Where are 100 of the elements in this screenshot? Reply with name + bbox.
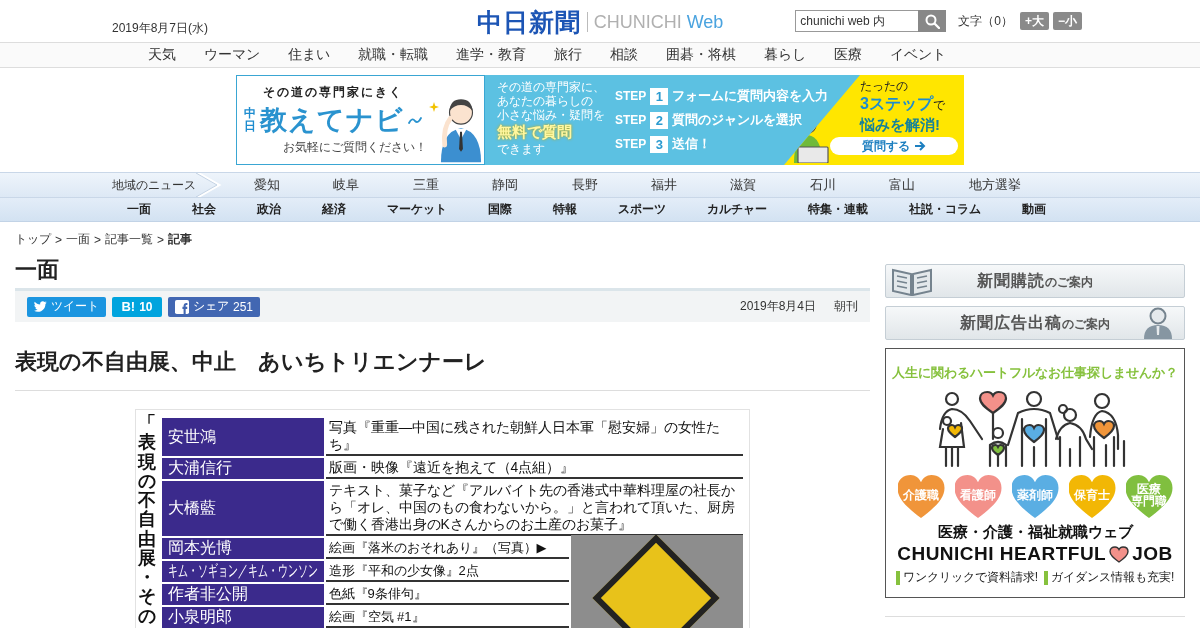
f-square-icon: [175, 299, 189, 314]
ad-feature-text: ワンクリックで資料請求!: [902, 569, 1038, 586]
category-link[interactable]: カルチャー: [707, 201, 767, 218]
heart-icon: [1109, 545, 1130, 563]
artist-cell: キム・ソギョン／キム・ウンソン: [161, 561, 324, 582]
menu-link[interactable]: 医療: [834, 46, 862, 64]
sidebar-link-button[interactable]: 新聞広告出稿のご案内: [885, 306, 1185, 340]
bird-icon: [34, 301, 47, 312]
category-link[interactable]: 特集・連載: [808, 201, 868, 218]
step-text: フォームに質問内容を入力: [672, 87, 829, 105]
region-link[interactable]: 富山: [889, 176, 969, 194]
region-nav-label: 地域のニュース: [112, 176, 195, 194]
category-link[interactable]: 国際: [488, 201, 512, 218]
bar-marker-icon: [1044, 570, 1048, 585]
promo-tagline: その道の専門家にきく: [263, 84, 403, 101]
date-text: 2019年8月7日(水): [112, 20, 209, 37]
category-link[interactable]: 政治: [257, 201, 281, 218]
menu-link[interactable]: ウーマン: [204, 46, 260, 64]
breadcrumb-link[interactable]: 記事一覧: [105, 231, 154, 248]
category-link[interactable]: マーケット: [387, 201, 447, 218]
menu-link[interactable]: 進学・教育: [456, 46, 526, 64]
region-link[interactable]: 地方選挙: [968, 176, 1048, 194]
search-icon: [924, 13, 940, 29]
search-field[interactable]: chunichi web 内: [795, 10, 919, 32]
category-link[interactable]: 一面: [127, 201, 151, 218]
step-number: 1: [650, 87, 669, 105]
artist-cell: 大橋藍: [161, 481, 324, 536]
step-number: 3: [650, 135, 669, 153]
work-cell: 造形『平和の少女像』2点: [325, 561, 569, 582]
region-link[interactable]: 石川: [809, 176, 890, 194]
artist-cell: 大浦信行: [161, 458, 324, 479]
promo-intro-text: できます: [497, 142, 546, 156]
figure-title: 「表現の不自由展・その: [138, 414, 156, 628]
work-cell: 色紙『9条俳句』: [325, 584, 569, 605]
step-label: STEP: [615, 89, 647, 103]
sparkle-icon: [429, 102, 439, 112]
menu-link[interactable]: 就職・転職: [358, 46, 428, 64]
publish-date: 2019年8月4日: [739, 298, 816, 315]
step-label: STEP: [615, 137, 647, 151]
work-cell: 写真『重重―中国に残された朝鮮人日本軍「慰安婦」の女性たち』: [325, 418, 743, 456]
category-link[interactable]: スポーツ: [618, 201, 666, 218]
category-link[interactable]: 社会: [192, 201, 216, 218]
logo-wordmark[interactable]: 中日新聞: [476, 5, 581, 39]
menu-link[interactable]: 暮らし: [764, 46, 806, 64]
person-icon: [1143, 307, 1173, 339]
promo-pitch-text: たったの: [859, 79, 909, 94]
category-link[interactable]: 動画: [1022, 201, 1046, 218]
promo-brand-name: 教えてナビ: [260, 104, 404, 137]
ad-subtitle: 医療・介護・福祉就職ウェブ: [937, 523, 1133, 542]
artist-cell: 安世鴻: [161, 418, 324, 456]
ask-question-button[interactable]: 質問する: [830, 137, 958, 155]
sidebar-link-button[interactable]: 新聞購読のご案内: [885, 264, 1185, 298]
menu-link[interactable]: 天気: [148, 46, 176, 64]
artist-cell: 小泉明郎: [161, 607, 324, 628]
menu-link[interactable]: 旅行: [554, 46, 582, 64]
promo-intro-text: その道の専門家に、: [497, 80, 606, 94]
menu-link[interactable]: 相談: [610, 46, 638, 64]
section-title: 一面: [15, 256, 60, 284]
breadcrumb-link[interactable]: トップ: [15, 231, 51, 248]
share-button[interactable]: シェア 251: [168, 296, 261, 317]
menu-link[interactable]: イベント: [890, 46, 946, 64]
swoosh-icon: [408, 115, 422, 125]
artist-cell: 岡本光博: [161, 538, 324, 559]
region-link[interactable]: 愛知: [254, 176, 334, 194]
breadcrumb-separator: >: [55, 232, 62, 247]
category-link[interactable]: 経済: [322, 201, 346, 218]
text-size-label: 文字（0）: [958, 12, 1013, 30]
ad-brand-text: JOB: [1132, 543, 1173, 565]
article-headline: 表現の不自由展、中止 あいちトリエンナーレ: [15, 346, 870, 391]
artist-cell: 作者非公開: [161, 584, 324, 605]
edition-label: 朝刊: [834, 298, 858, 315]
book-icon: [890, 266, 934, 296]
region-link[interactable]: 静岡: [492, 176, 572, 194]
category-link[interactable]: 社説・コラム: [909, 201, 981, 218]
ad-tagline: 人生に関わるハートフルなお仕事探しませんか？: [892, 365, 1178, 382]
step-text: 質問のジャンルを選択: [672, 111, 803, 129]
breadcrumb-link[interactable]: 一面: [66, 231, 90, 248]
step-text: 送信！: [672, 135, 712, 153]
promo-highlight-text: 無料で質問: [497, 122, 573, 142]
region-link[interactable]: 滋賀: [730, 176, 810, 194]
menu-link[interactable]: 囲碁・将棋: [666, 46, 736, 64]
ad-feature-text: ガイダンス情報も充実!: [1051, 569, 1175, 586]
step-number: 2: [650, 111, 669, 129]
region-link[interactable]: 岐阜: [333, 176, 413, 194]
work-cell: 版画・映像『遠近を抱えて（4点組）』: [325, 458, 743, 479]
menu-link[interactable]: 住まい: [288, 46, 330, 64]
arrow-right-icon: [914, 141, 926, 151]
region-link[interactable]: 長野: [571, 176, 651, 194]
logo-web-text: Web: [686, 11, 724, 33]
promo-brand-mark: 中日: [244, 106, 256, 134]
region-link[interactable]: 三重: [412, 176, 493, 194]
search-button[interactable]: [918, 10, 947, 32]
promo-pitch-text: 悩みを解消!: [858, 115, 941, 134]
region-link[interactable]: 福井: [650, 176, 731, 194]
category-link[interactable]: 特報: [553, 201, 577, 218]
breadcrumb-separator: >: [157, 232, 165, 247]
ad-brand-text: CHUNICHI HEARTFUL: [897, 543, 1107, 565]
step-label: STEP: [615, 113, 647, 127]
promo-intro-text: 小さな悩み・疑問を: [497, 108, 606, 122]
work-cell: 絵画『空気 #1』: [325, 607, 569, 628]
